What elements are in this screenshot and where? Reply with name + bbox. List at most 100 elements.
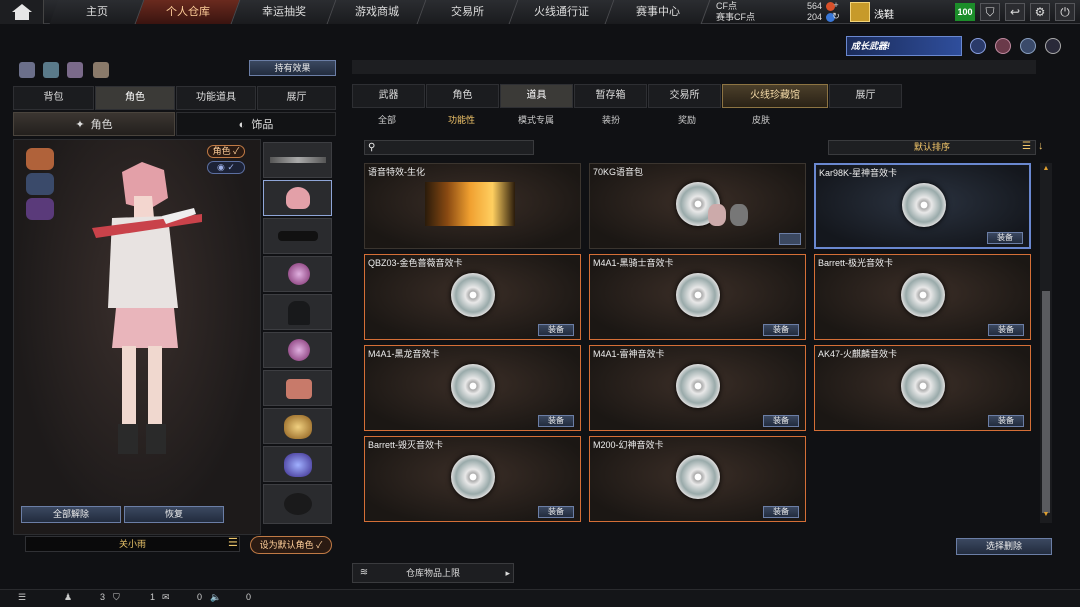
hand-icon[interactable] bbox=[93, 62, 109, 78]
set-default-character-button[interactable]: 设为默认角色 ✓ bbox=[250, 536, 332, 554]
select-delete-button[interactable]: 选择删除 bbox=[956, 538, 1052, 555]
equip-button[interactable]: 装备 bbox=[538, 506, 574, 518]
hold-effect-button[interactable]: 持有效果 bbox=[249, 60, 336, 76]
tab-function-items[interactable]: 功能道具 bbox=[176, 86, 256, 110]
tab-storage[interactable]: 暂存箱 bbox=[574, 84, 647, 108]
item-card[interactable]: M4A1-黑龙音效卡 装备 bbox=[364, 345, 581, 431]
item-card[interactable]: QBZ03-金色蔷薇音效卡 装备 bbox=[364, 254, 581, 340]
refresh-icon[interactable]: ↻ bbox=[829, 12, 843, 22]
role-toggle[interactable]: 角色 ✓ bbox=[207, 145, 245, 158]
speaker-icon[interactable]: 🔈 bbox=[210, 592, 221, 603]
item-card[interactable]: 语音特效-生化 bbox=[364, 163, 581, 249]
item-card[interactable]: M4A1-黑骑士音效卡 装备 bbox=[589, 254, 806, 340]
tab-gallery[interactable]: 展厅 bbox=[829, 84, 902, 108]
mission-icon[interactable] bbox=[970, 38, 986, 54]
item-title: 70KG语音包 bbox=[593, 167, 644, 177]
item-card[interactable]: 70KG语音包 bbox=[589, 163, 806, 249]
return-icon[interactable]: ↩ bbox=[1005, 3, 1025, 21]
tab-exchange[interactable]: 交易所 bbox=[648, 84, 721, 108]
subtab-all[interactable]: 全部 bbox=[378, 111, 396, 129]
equip-button[interactable]: 装备 bbox=[763, 415, 799, 427]
slot-backpack[interactable] bbox=[263, 484, 332, 524]
growth-weapon-banner[interactable]: 成长武器! bbox=[846, 36, 962, 56]
slot-glasses[interactable] bbox=[263, 218, 332, 254]
tab-showroom[interactable]: 展厅 bbox=[257, 86, 336, 110]
slot-gloves[interactable] bbox=[263, 370, 332, 406]
subtab-dressup[interactable]: 装扮 bbox=[602, 111, 620, 129]
subtab-character[interactable]: ✦ 角色 bbox=[13, 112, 175, 136]
sort-dropdown[interactable]: 默认排序 bbox=[828, 140, 1036, 155]
clan-icon[interactable]: ⛉ bbox=[113, 592, 120, 603]
stats-icon[interactable] bbox=[19, 62, 35, 78]
nav-tab-battle-pass[interactable]: 火线通行证 bbox=[509, 0, 615, 24]
scrollbar-thumb[interactable] bbox=[1042, 291, 1050, 513]
vip-icon[interactable] bbox=[1045, 38, 1061, 54]
slot-spray[interactable] bbox=[263, 446, 332, 482]
equip-button[interactable]: 装备 bbox=[988, 415, 1024, 427]
event-icon[interactable] bbox=[995, 38, 1011, 54]
menu-icon[interactable]: ☰ bbox=[18, 592, 26, 603]
mask-icon[interactable] bbox=[26, 173, 54, 195]
wing-icon[interactable] bbox=[26, 198, 54, 220]
equip-button[interactable]: 装备 bbox=[763, 506, 799, 518]
gear-icon[interactable]: ⚙ bbox=[1030, 3, 1050, 21]
shield-icon[interactable]: ⛉ bbox=[980, 3, 1000, 21]
sort-list-icon[interactable]: ☰ bbox=[1022, 140, 1034, 155]
visibility-toggle[interactable]: ◉ ✓ bbox=[207, 161, 245, 174]
unequip-all-button[interactable]: 全部解除 bbox=[21, 506, 121, 523]
slot-emblem-2[interactable] bbox=[263, 332, 332, 368]
slot-pet[interactable] bbox=[263, 408, 332, 444]
character-preview[interactable]: 角色 ✓ ◉ ✓ 全部解除 恢复 bbox=[13, 139, 261, 535]
warehouse-capacity-button[interactable]: ≋ 仓库物品上限 ▸ bbox=[352, 563, 514, 583]
add-cf-icon[interactable]: + bbox=[829, 1, 843, 11]
subtab-mode[interactable]: 模式专属 bbox=[518, 111, 554, 129]
character-list-icon[interactable]: ☰ bbox=[228, 536, 240, 552]
power-icon[interactable]: ⏻ bbox=[1055, 3, 1075, 21]
tab-characters[interactable]: 角色 bbox=[426, 84, 499, 108]
restore-button[interactable]: 恢复 bbox=[124, 506, 224, 523]
nav-tab-exchange[interactable]: 交易所 bbox=[417, 0, 519, 24]
item-scrollbar[interactable]: ▲ ▼ bbox=[1040, 163, 1052, 523]
equip-button[interactable]: 装备 bbox=[538, 324, 574, 336]
friends-icon[interactable]: ♟ bbox=[64, 592, 72, 603]
chat-icon[interactable]: ✉ bbox=[162, 592, 170, 603]
slot-emblem[interactable] bbox=[263, 256, 332, 292]
sort-direction-icon[interactable]: ↓ bbox=[1038, 140, 1050, 155]
subtab-functional[interactable]: 功能性 bbox=[448, 111, 475, 129]
item-card[interactable]: AK47-火麒麟音效卡 装备 bbox=[814, 345, 1031, 431]
nav-tab-warehouse[interactable]: 个人仓库 bbox=[135, 0, 241, 24]
player-info[interactable]: 浅鞋 bbox=[850, 2, 940, 22]
search-input[interactable]: ⚲ bbox=[364, 140, 534, 155]
home-button[interactable] bbox=[0, 0, 44, 24]
tab-character[interactable]: 角色 bbox=[95, 86, 175, 110]
equip-button[interactable]: 装备 bbox=[763, 324, 799, 336]
scroll-down-icon[interactable]: ▼ bbox=[1042, 511, 1050, 519]
item-card[interactable]: Kar98K-星神音效卡 装备 bbox=[814, 163, 1031, 249]
equip-button[interactable]: 装备 bbox=[988, 324, 1024, 336]
rotate-icon[interactable] bbox=[43, 62, 59, 78]
nav-tab-home[interactable]: 主页 bbox=[49, 0, 145, 24]
outfit-icon[interactable] bbox=[26, 148, 54, 170]
tab-backpack[interactable]: 背包 bbox=[13, 86, 94, 110]
tab-collection[interactable]: 火线珍藏馆 bbox=[722, 84, 828, 108]
slot-weapon[interactable] bbox=[263, 142, 332, 178]
pose-icon[interactable] bbox=[67, 62, 83, 78]
nav-tab-lottery[interactable]: 幸运抽奖 bbox=[231, 0, 337, 24]
slot-headwear[interactable] bbox=[263, 180, 332, 216]
slot-empty[interactable] bbox=[263, 294, 332, 330]
item-card[interactable]: M4A1-雷神音效卡 装备 bbox=[589, 345, 806, 431]
tab-props[interactable]: 道具 bbox=[500, 84, 573, 108]
subtab-skins[interactable]: 皮肤 bbox=[752, 111, 770, 129]
item-card[interactable]: M200-幻神音效卡 装备 bbox=[589, 436, 806, 522]
subtab-rewards[interactable]: 奖励 bbox=[678, 111, 696, 129]
scroll-up-icon[interactable]: ▲ bbox=[1042, 165, 1050, 173]
nav-tab-events[interactable]: 赛事中心 bbox=[605, 0, 711, 24]
item-card[interactable]: Barrett-极光音效卡 装备 bbox=[814, 254, 1031, 340]
equip-button[interactable]: 装备 bbox=[538, 415, 574, 427]
equip-button[interactable]: 装备 bbox=[987, 232, 1023, 244]
nav-tab-shop[interactable]: 游戏商城 bbox=[327, 0, 427, 24]
tab-weapons[interactable]: 武器 bbox=[352, 84, 425, 108]
subtab-accessory[interactable]: ◐ 饰品 bbox=[176, 112, 336, 136]
item-card[interactable]: Barrett-毁灭音效卡 装备 bbox=[364, 436, 581, 522]
reward-icon[interactable] bbox=[1020, 38, 1036, 54]
